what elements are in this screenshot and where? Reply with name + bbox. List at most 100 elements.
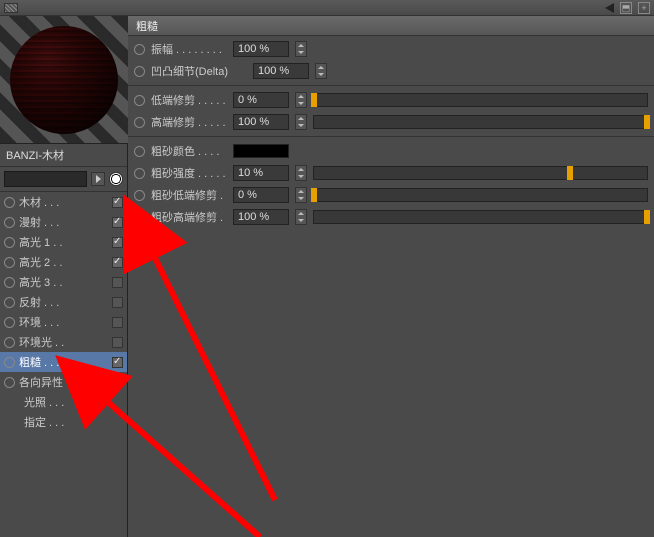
param-row: 振幅 . . . . . . . . 100 %	[128, 38, 654, 60]
slider[interactable]	[313, 188, 648, 202]
slider-thumb[interactable]	[644, 210, 650, 224]
radio-icon[interactable]	[134, 44, 145, 55]
attribute-row[interactable]: 各向异性	[0, 372, 127, 392]
attribute-row[interactable]: 木材 . . .	[0, 192, 127, 212]
radio-icon[interactable]	[4, 357, 15, 368]
attribute-label: 光照 . . .	[24, 394, 123, 410]
radio-icon[interactable]	[4, 297, 15, 308]
value-field[interactable]: 0 %	[233, 92, 289, 108]
param-row: 低端修剪 . . . . . 0 %	[128, 89, 654, 111]
attribute-row[interactable]: 环境 . . .	[0, 312, 127, 332]
param-label: 凹凸细节(Delta)	[151, 63, 247, 79]
value-field[interactable]: 0 %	[233, 187, 289, 203]
spinner[interactable]	[295, 187, 307, 203]
checkbox[interactable]	[112, 317, 123, 328]
attribute-row[interactable]: 漫射 . . .	[0, 212, 127, 232]
checkbox[interactable]	[112, 197, 123, 208]
attribute-row[interactable]: 高光 3 . .	[0, 272, 127, 292]
spinner[interactable]	[295, 209, 307, 225]
attribute-label: 粗糙 . . .	[19, 354, 108, 370]
slider[interactable]	[313, 115, 648, 129]
slider-thumb[interactable]	[644, 115, 650, 129]
attribute-row[interactable]: 指定 . . .	[0, 412, 127, 432]
radio-icon[interactable]	[4, 237, 15, 248]
attribute-label: 木材 . . .	[19, 194, 108, 210]
back-arrow-icon[interactable]	[605, 3, 614, 13]
parameter-list: 振幅 . . . . . . . . 100 % 凹凸细节(Delta) 100 % 低…	[128, 36, 654, 230]
spinner[interactable]	[315, 63, 327, 79]
param-label: 振幅 . . . . . . . .	[151, 41, 227, 57]
checkbox[interactable]	[112, 237, 123, 248]
radio-icon[interactable]	[134, 117, 145, 128]
spinner[interactable]	[295, 114, 307, 130]
radio-icon[interactable]	[4, 317, 15, 328]
attribute-label: 高光 1 . .	[19, 234, 108, 250]
radio-icon[interactable]	[134, 146, 145, 157]
search-go-button[interactable]	[91, 172, 105, 186]
triangle-right-icon	[96, 175, 101, 183]
lock-icon[interactable]: ⬒	[620, 2, 632, 14]
slider[interactable]	[313, 210, 648, 224]
attribute-row[interactable]: 环境光 . .	[0, 332, 127, 352]
checkbox[interactable]	[112, 257, 123, 268]
param-row: 高端修剪 . . . . .100 %	[128, 111, 654, 133]
panel-title: 粗糙	[136, 18, 158, 34]
attribute-label: 环境光 . .	[19, 334, 108, 350]
attribute-row[interactable]: 高光 2 . .	[0, 252, 127, 272]
checkbox[interactable]	[112, 297, 123, 308]
spinner[interactable]	[295, 165, 307, 181]
attribute-label: 指定 . . .	[24, 414, 123, 430]
attribute-label: 环境 . . .	[19, 314, 108, 330]
slider[interactable]	[313, 93, 648, 107]
checkbox[interactable]	[112, 337, 123, 348]
value-field[interactable]: 100 %	[233, 114, 289, 130]
param-row: 凹凸细节(Delta) 100 %	[128, 60, 654, 82]
radio-icon[interactable]	[4, 217, 15, 228]
param-label: 低端修剪 . . . . .	[151, 92, 227, 108]
search-input[interactable]	[4, 171, 87, 187]
radio-icon[interactable]	[134, 95, 145, 106]
menu-handle-icon[interactable]	[4, 3, 18, 13]
attribute-label: 高光 3 . .	[19, 274, 108, 290]
slider-thumb[interactable]	[311, 188, 317, 202]
radio-icon[interactable]	[134, 168, 145, 179]
checkbox[interactable]	[112, 357, 123, 368]
value-field[interactable]: 100 %	[253, 63, 309, 79]
spinner[interactable]	[295, 92, 307, 108]
radio-icon[interactable]	[4, 257, 15, 268]
left-panel: BANZI-木材 木材 . . . 漫射 . . . 高光 1 . . 高光 2 . …	[0, 16, 128, 537]
checkbox[interactable]	[112, 277, 123, 288]
attribute-row[interactable]: 高光 1 . .	[0, 232, 127, 252]
checkbox[interactable]	[112, 377, 123, 388]
radio-icon[interactable]	[134, 212, 145, 223]
radio-icon[interactable]	[4, 277, 15, 288]
value-field[interactable]: 100 %	[233, 41, 289, 57]
param-row: 粗砂低端修剪 . .0 %	[128, 184, 654, 206]
param-label: 粗砂强度 . . . . .	[151, 165, 227, 181]
radio-icon[interactable]	[4, 377, 15, 388]
value-field[interactable]: 10 %	[233, 165, 289, 181]
attribute-row[interactable]: 反射 . . .	[0, 292, 127, 312]
slider-thumb[interactable]	[311, 93, 317, 107]
radio-icon[interactable]	[134, 190, 145, 201]
attribute-row[interactable]: 光照 . . .	[0, 392, 127, 412]
radio-icon[interactable]	[4, 197, 15, 208]
param-row: 粗砂颜色 . . . .	[128, 140, 654, 162]
color-swatch[interactable]	[233, 144, 289, 158]
material-name[interactable]: BANZI-木材	[0, 144, 127, 167]
radio-icon[interactable]	[134, 66, 145, 77]
new-tab-icon[interactable]: +	[638, 2, 650, 14]
slider-thumb[interactable]	[567, 166, 573, 180]
spinner[interactable]	[295, 41, 307, 57]
slider[interactable]	[313, 166, 648, 180]
target-icon[interactable]	[109, 172, 123, 186]
value-field[interactable]: 100 %	[233, 209, 289, 225]
checkbox[interactable]	[112, 217, 123, 228]
material-preview[interactable]	[0, 16, 128, 144]
attribute-list: 木材 . . . 漫射 . . . 高光 1 . . 高光 2 . . 高光 3 . .…	[0, 192, 127, 537]
preview-sphere	[10, 26, 118, 134]
radio-icon[interactable]	[4, 337, 15, 348]
param-row: 粗砂强度 . . . . . 10 %	[128, 162, 654, 184]
param-label: 粗砂颜色 . . . .	[151, 143, 227, 159]
attribute-row[interactable]: 粗糙 . . .	[0, 352, 127, 372]
